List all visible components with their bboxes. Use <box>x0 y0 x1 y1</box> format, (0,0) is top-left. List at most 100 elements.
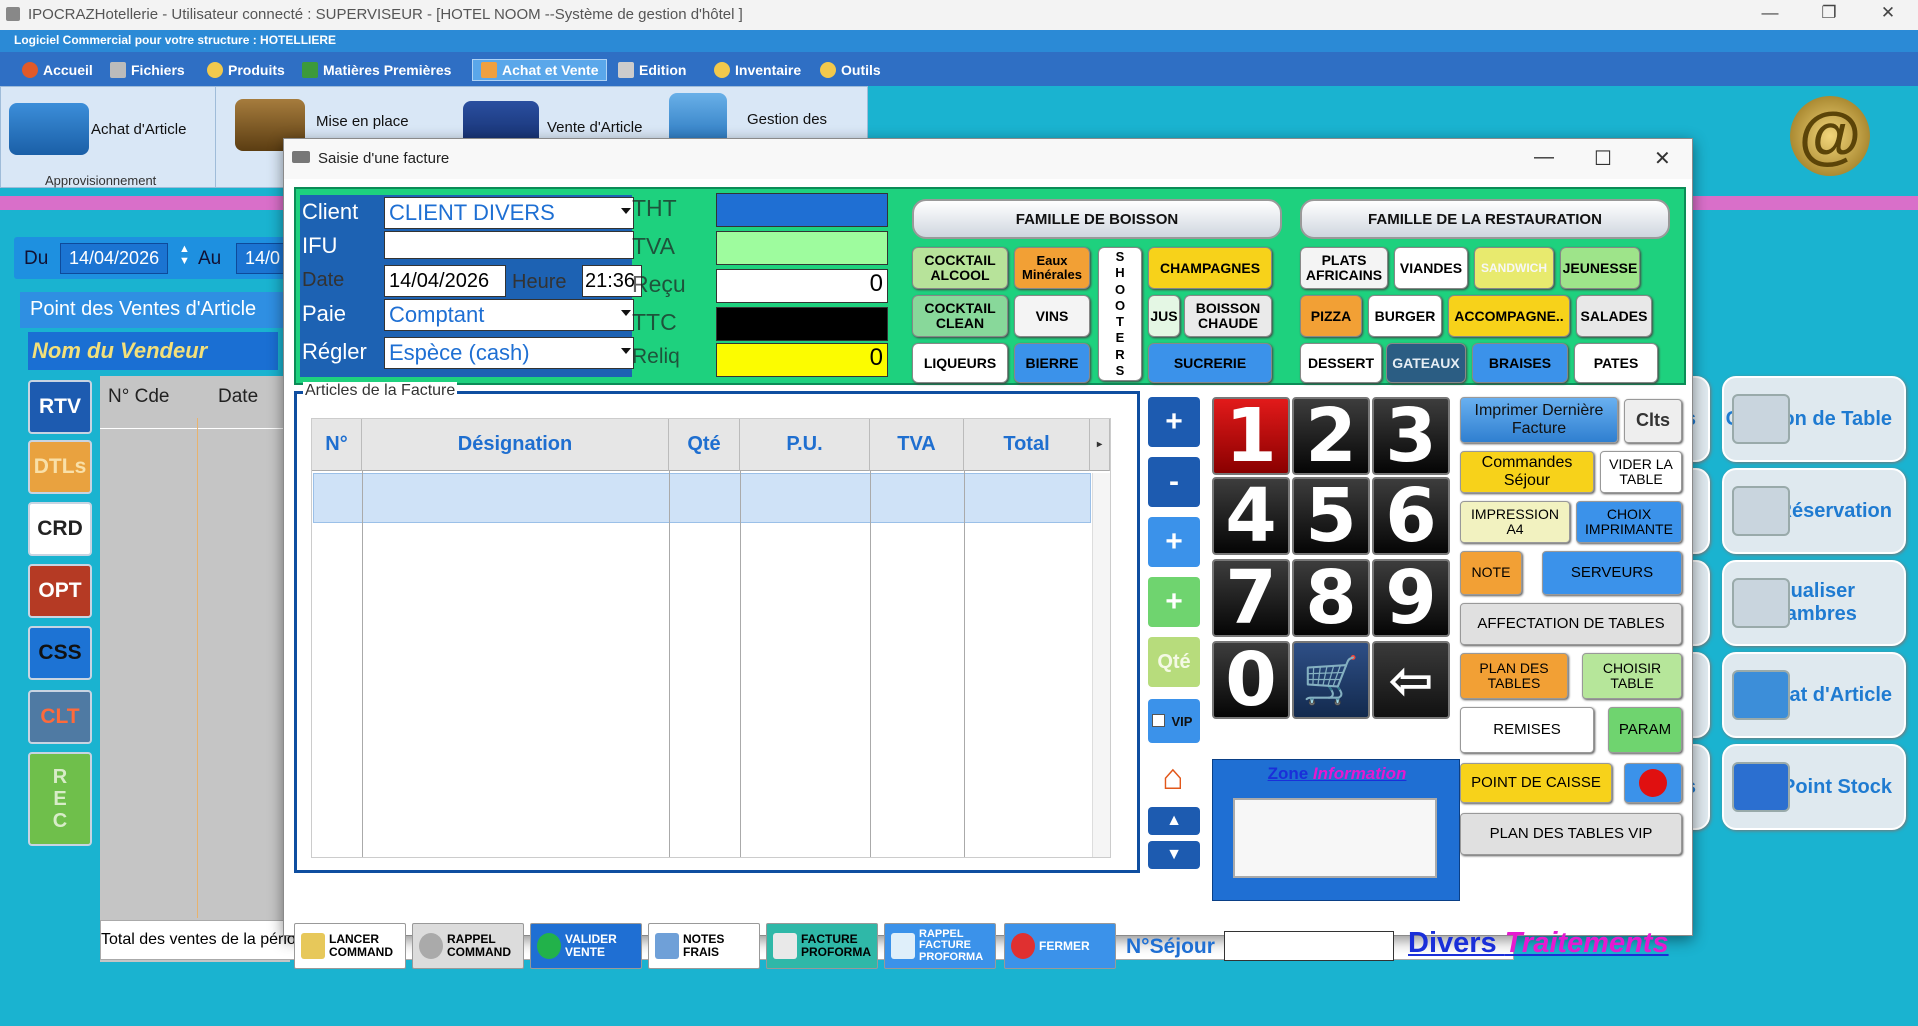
menu-matieres[interactable]: Matières Premières <box>302 62 451 78</box>
tile-creation-table[interactable]: Création de Table <box>1722 376 1906 462</box>
tile-visualiser-chambres[interactable]: Visualiser Chambres <box>1722 560 1906 646</box>
nsejour-input[interactable] <box>1224 931 1394 961</box>
champagnes-button[interactable]: CHAMPAGNES <box>1148 247 1272 289</box>
record-button[interactable] <box>1624 763 1682 803</box>
side-rec-button[interactable]: R E C <box>28 752 92 846</box>
menu-outils[interactable]: Outils <box>820 62 881 78</box>
cocktail-clean-button[interactable]: COCKTAIL CLEAN <box>912 295 1008 337</box>
menu-inventaire[interactable]: Inventaire <box>714 62 801 78</box>
menu-produits[interactable]: Produits <box>207 62 285 78</box>
commandes-sejour-button[interactable]: Commandes Séjour <box>1460 451 1594 493</box>
facture-proforma-button[interactable]: FACTURE PROFORMA <box>766 923 878 969</box>
dessert-button[interactable]: DESSERT <box>1300 343 1382 383</box>
impression-a4-button[interactable]: IMPRESSION A4 <box>1460 501 1570 543</box>
side-clt-button[interactable]: CLT <box>28 690 92 744</box>
point-caisse-button[interactable]: POINT DE CAISSE <box>1460 763 1612 803</box>
plan-tables-vip-button[interactable]: PLAN DES TABLES VIP <box>1460 813 1682 855</box>
arrow-down-icon[interactable]: ▼ <box>1148 841 1200 869</box>
famille-restauration-button[interactable]: FAMILLE DE LA RESTAURATION <box>1300 199 1670 239</box>
ifu-input[interactable] <box>384 231 634 259</box>
num-8-button[interactable]: 8 <box>1292 555 1370 641</box>
accompagnement-button[interactable]: ACCOMPAGNE.. <box>1448 295 1570 337</box>
imprimer-derniere-facture-button[interactable]: Imprimer Dernière Facture <box>1460 397 1618 443</box>
num-2-button[interactable]: 2 <box>1292 393 1370 479</box>
rappel-facture-proforma-button[interactable]: RAPPEL FACTURE PROFORMA <box>884 923 996 969</box>
restore-icon[interactable]: ❐ <box>1814 3 1844 23</box>
note-button[interactable]: NOTE <box>1460 551 1522 595</box>
plus-blue-button[interactable]: + <box>1148 517 1200 567</box>
vertical-scrollbar[interactable] <box>1092 473 1110 857</box>
du-date-field[interactable]: 14/04/2026 <box>60 243 169 274</box>
famille-boisson-button[interactable]: FAMILLE DE BOISSON <box>912 199 1282 239</box>
col-more[interactable]: ▸ <box>1090 419 1110 471</box>
col-pu[interactable]: P.U. <box>740 419 870 471</box>
choisir-table-button[interactable]: CHOISIR TABLE <box>1582 653 1682 699</box>
dialog-maximize-icon[interactable]: ☐ <box>1594 146 1612 171</box>
cart-icon[interactable]: 🛒 <box>1292 641 1370 719</box>
client-select[interactable]: CLIENT DIVERS <box>384 197 634 229</box>
tile-achat-article[interactable]: Achat d'Article <box>1722 652 1906 738</box>
vip-checkbox[interactable]: VIP <box>1148 699 1200 743</box>
shooters-button[interactable]: SHOOTERS <box>1098 247 1142 381</box>
num-0-button[interactable]: 0 <box>1212 637 1290 723</box>
num-7-button[interactable]: 7 <box>1212 555 1290 641</box>
menu-achat-vente[interactable]: Achat et Vente <box>472 59 608 81</box>
boisson-chaude-button[interactable]: BOISSON CHAUDE <box>1184 295 1272 337</box>
jus-button[interactable]: JUS <box>1148 295 1180 337</box>
remises-button[interactable]: REMISES <box>1460 707 1594 753</box>
col-total[interactable]: Total <box>964 419 1090 471</box>
vins-button[interactable]: VINS <box>1014 295 1090 337</box>
pates-button[interactable]: PATES <box>1574 343 1658 383</box>
col-qte[interactable]: Qté <box>669 419 740 471</box>
side-rtv-button[interactable]: RTV <box>28 380 92 434</box>
divers-traitements-link[interactable]: Divers Traitements <box>1408 927 1669 960</box>
menu-edition[interactable]: Edition <box>618 62 686 78</box>
num-3-button[interactable]: 3 <box>1372 393 1450 479</box>
pizza-button[interactable]: PIZZA <box>1300 295 1362 337</box>
num-5-button[interactable]: 5 <box>1292 473 1370 559</box>
side-css-button[interactable]: CSS <box>28 626 92 680</box>
choix-imprimante-button[interactable]: CHOIX IMPRIMANTE <box>1576 501 1682 543</box>
sandwich-button[interactable]: SANDWICH <box>1474 247 1554 289</box>
col-designation[interactable]: Désignation <box>362 419 669 471</box>
minus-button[interactable]: - <box>1148 457 1200 507</box>
burger-button[interactable]: BURGER <box>1368 295 1442 337</box>
braises-button[interactable]: BRAISES <box>1472 343 1568 383</box>
num-4-button[interactable]: 4 <box>1212 473 1290 559</box>
recu-input[interactable]: 0 <box>716 269 888 303</box>
side-crd-button[interactable]: CRD <box>28 502 92 556</box>
col-tva[interactable]: TVA <box>870 419 964 471</box>
gateaux-button[interactable]: GATEAUX <box>1386 343 1466 383</box>
viandes-button[interactable]: VIANDES <box>1394 247 1468 289</box>
arrow-up-icon[interactable]: ▲ <box>1148 807 1200 835</box>
date-input[interactable]: 14/04/2026 <box>384 265 506 297</box>
param-button[interactable]: PARAM <box>1608 707 1682 753</box>
col-date[interactable]: Date <box>218 386 258 408</box>
dialog-close-icon[interactable]: ✕ <box>1654 146 1671 171</box>
side-opt-button[interactable]: OPT <box>28 564 92 618</box>
ribbon-achat[interactable]: Achat d'Article <box>91 121 186 138</box>
num-9-button[interactable]: 9 <box>1372 555 1450 641</box>
vendeur-field[interactable]: Nom du Vendeur <box>28 332 278 370</box>
dialog-minimize-icon[interactable]: — <box>1534 146 1554 169</box>
spin-icon[interactable]: ▲ ▼ <box>179 243 190 267</box>
liqueurs-button[interactable]: LIQUEURS <box>912 343 1008 383</box>
close-icon[interactable]: ✕ <box>1873 3 1903 23</box>
num-6-button[interactable]: 6 <box>1372 473 1450 559</box>
sucrerie-button[interactable]: SUCRERIE <box>1148 343 1272 383</box>
bierre-button[interactable]: BIERRE <box>1014 343 1090 383</box>
chevron-down-icon[interactable] <box>621 310 631 316</box>
num-1-button[interactable]: 1 <box>1212 393 1290 479</box>
ribbon-gestion[interactable]: Gestion des <box>747 111 827 128</box>
tile-reservation[interactable]: Réservation <box>1722 468 1906 554</box>
checkbox-icon[interactable] <box>1152 714 1165 727</box>
tile-point-stock[interactable]: Point Stock <box>1722 744 1906 830</box>
ribbon-vente[interactable]: Vente d'Article <box>547 119 642 136</box>
serveurs-button[interactable]: SERVEURS <box>1542 551 1682 595</box>
clts-button[interactable]: Clts <box>1624 399 1682 443</box>
plus-green-button[interactable]: + <box>1148 577 1200 627</box>
salades-button[interactable]: SALADES <box>1576 295 1652 337</box>
cocktail-alcool-button[interactable]: COCKTAIL ALCOOL <box>912 247 1008 289</box>
fermer-button[interactable]: FERMER <box>1004 923 1116 969</box>
valider-vente-button[interactable]: VALIDER VENTE <box>530 923 642 969</box>
